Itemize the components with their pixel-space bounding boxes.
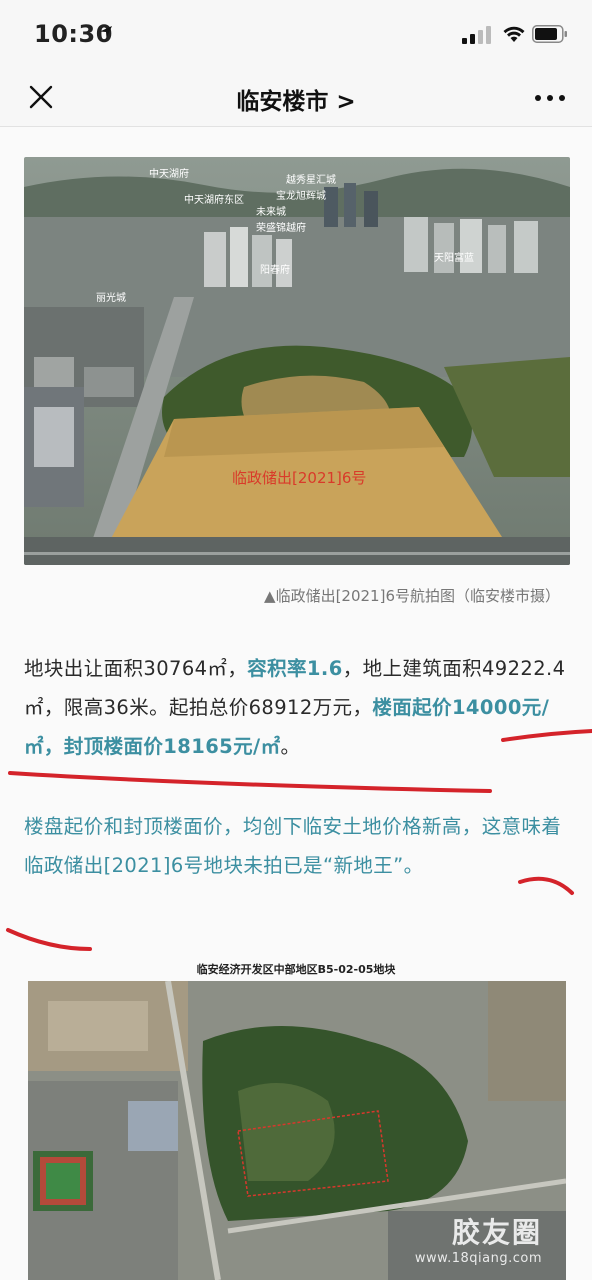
watermark-url: www.18qiang.com [414, 1251, 542, 1266]
article-body: 中天湖府 中天湖府东区 越秀星汇城 宝龙旭辉城 未来城 荣盛锦越府 阳春府 天阳… [0, 127, 592, 1280]
nav-bar: 临安楼市 > [0, 70, 592, 127]
aerial-label: 宝龙旭辉城 [276, 191, 326, 202]
account-title-link[interactable]: 临安楼市 > [0, 82, 592, 116]
aerial-label: 天阳富蓝 [434, 253, 474, 264]
status-bar: 10:30 [0, 0, 592, 70]
aerial-label: 中天湖府东区 [184, 195, 244, 206]
aerial-label-list: 中天湖府 中天湖府东区 越秀星汇城 宝龙旭辉城 未来城 荣盛锦越府 阳春府 天阳… [24, 157, 570, 565]
p1-plot-ratio: 容积率1.6 [247, 657, 343, 680]
p1-seg5: 。 [280, 735, 301, 758]
satellite-map-photo[interactable]: 胶友圈 www.18qiang.com [28, 981, 566, 1280]
aerial-label: 丽光城 [96, 293, 126, 304]
photo-caption: ▲临政储出[2021]6号航拍图（临安楼市摄） [264, 587, 560, 605]
aerial-label: 未来城 [256, 207, 286, 218]
location-arrow-icon [100, 26, 112, 38]
watermark-main: 胶友圈 [451, 1216, 542, 1249]
battery-icon [532, 25, 567, 43]
paragraph-land-details: 地块出让面积30764㎡，容积率1.6，地上建筑面积49222.4㎡，限高36米… [24, 649, 572, 766]
aerial-label: 阳春府 [260, 265, 290, 276]
signal-icon [462, 26, 491, 44]
map-title: 临安经济开发区中部地区B5-02-05地块 [196, 963, 396, 976]
p1-seg1: 地块出让面积30764㎡， [24, 657, 248, 680]
aerial-label: 荣盛锦越府 [256, 223, 306, 234]
paragraph-land-king: 楼盘起价和封顶楼面价，均创下临安土地价格新高，这意味着临政储出[2021]6号地… [24, 815, 562, 877]
aerial-label: 越秀星汇城 [286, 175, 336, 186]
more-options-icon[interactable] [530, 92, 570, 104]
watermark: 胶友圈 www.18qiang.com [415, 1211, 542, 1266]
aerial-label: 中天湖府 [149, 169, 189, 180]
wifi-icon [503, 26, 525, 42]
parcel-label: 临政储出[2021]6号 [232, 469, 367, 487]
